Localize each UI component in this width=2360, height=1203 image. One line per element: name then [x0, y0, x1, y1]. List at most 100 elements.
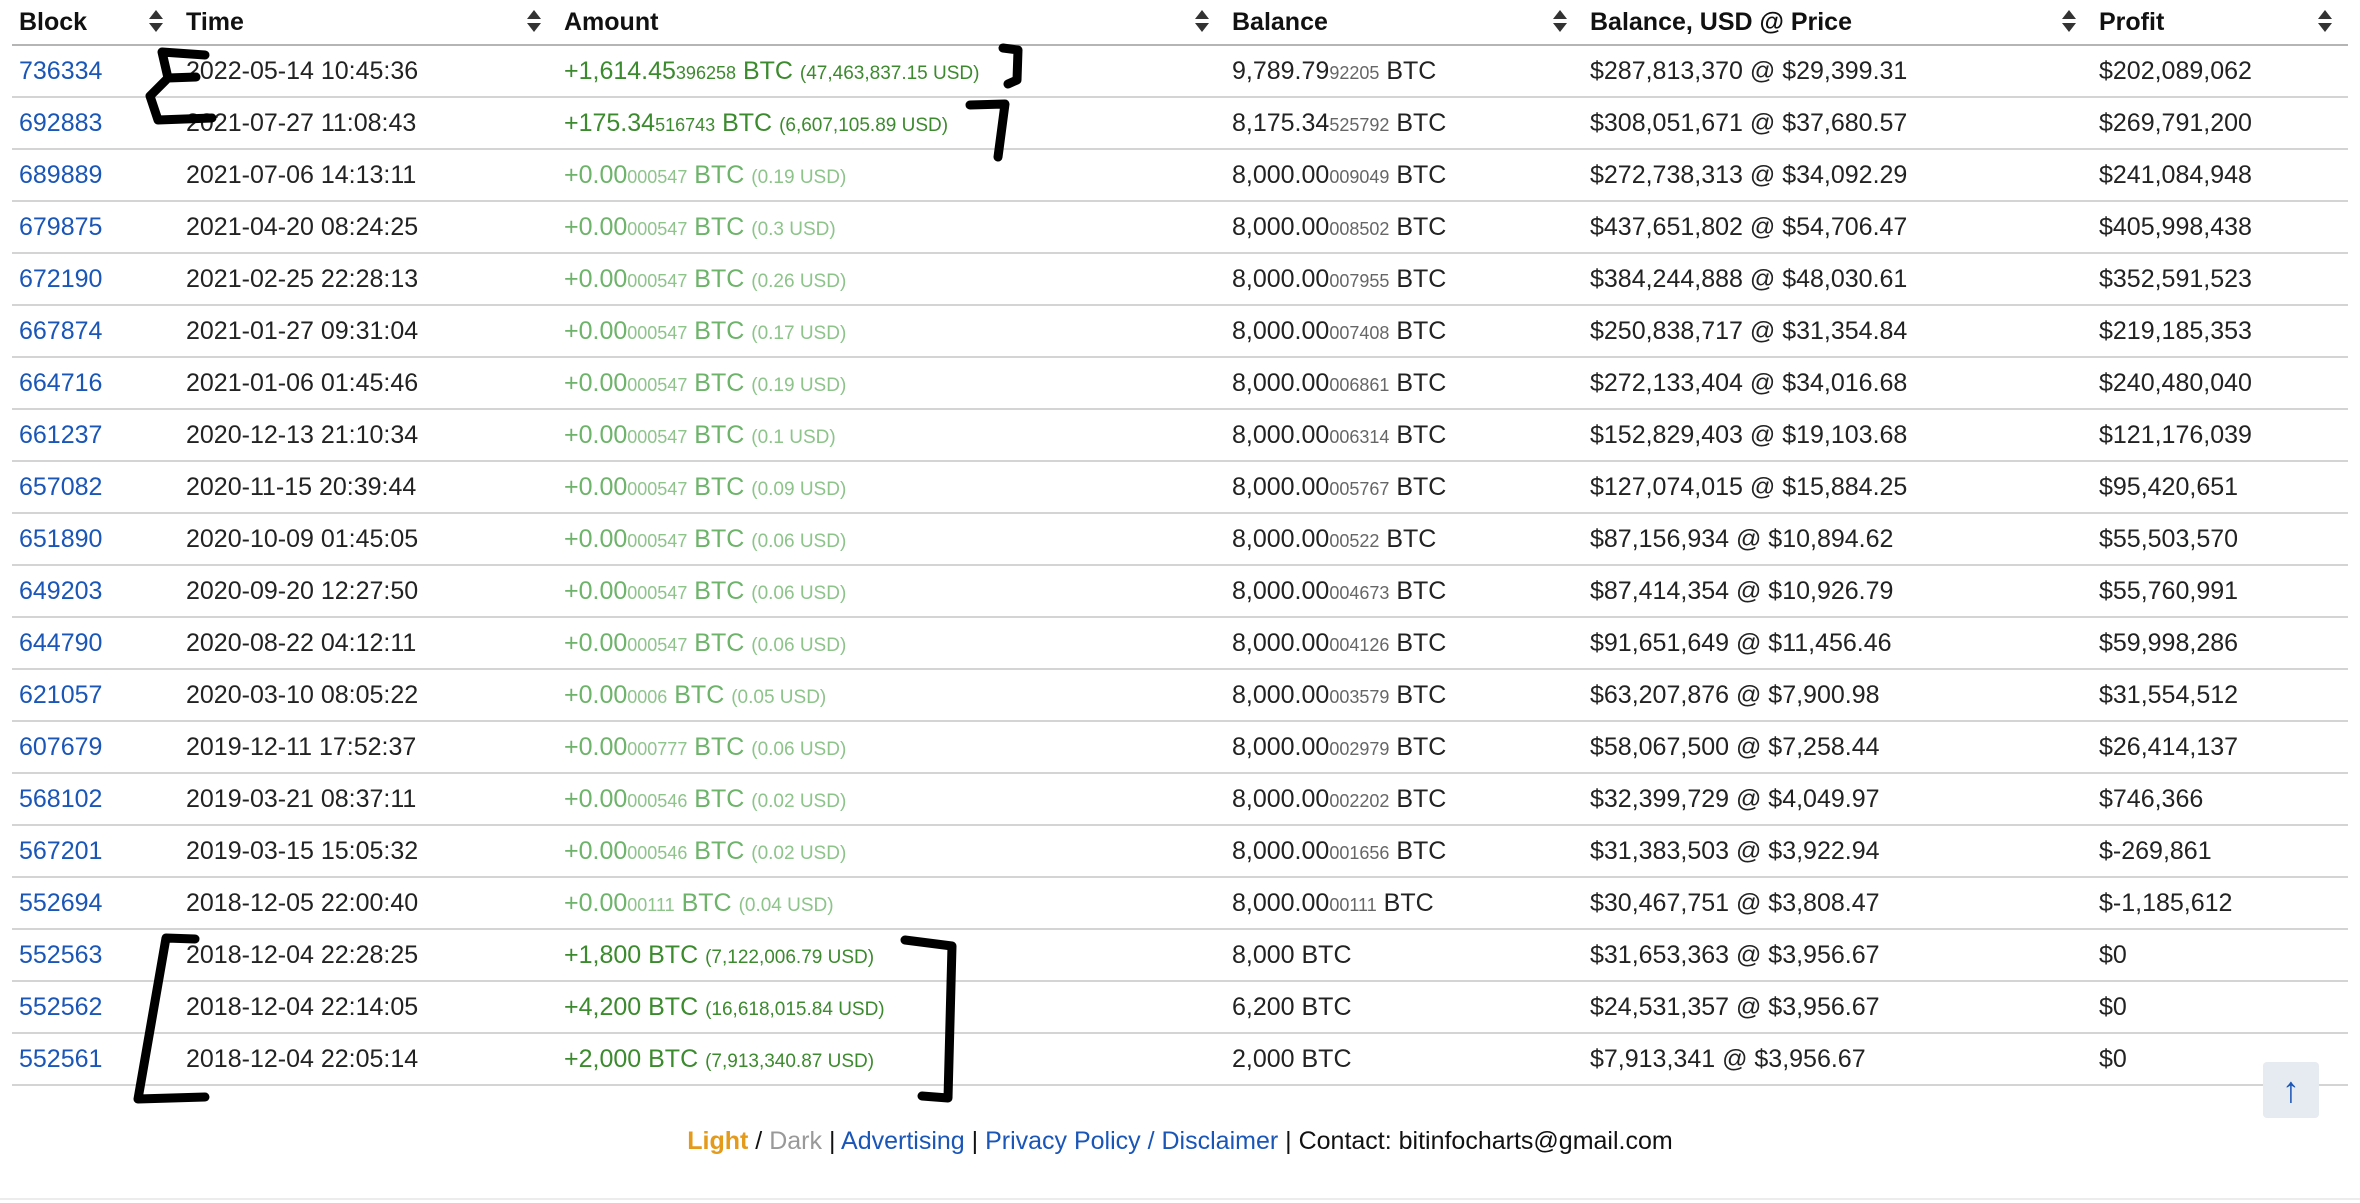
sort-icon[interactable] — [1195, 10, 1209, 34]
amount-fraction: 396258 — [675, 62, 736, 83]
balance-usd-text: $87,156,934 @ $10,894.62 — [1590, 524, 1894, 553]
amount-unit: BTC — [641, 992, 706, 1021]
amount-fraction: 000547 — [627, 582, 688, 603]
amount-cell: +2,000 BTC (7,913,340.87 USD) — [557, 1033, 1225, 1086]
column-header-profit[interactable]: Profit — [2092, 0, 2348, 46]
balance-main: 8,000.00 — [1232, 212, 1330, 241]
amount-fraction: 000547 — [627, 634, 688, 655]
profit-text: $405,998,438 — [2099, 212, 2252, 241]
block-link[interactable]: 552562 — [19, 993, 102, 1021]
profit-text: $0 — [2099, 940, 2127, 969]
balance-cell: 8,000.00004126 BTC — [1225, 617, 1583, 670]
amount-main: +0.00 — [564, 628, 628, 657]
amount-cell: +0.00000547 BTC (0.19 USD) — [557, 149, 1225, 202]
sort-icon[interactable] — [2318, 10, 2332, 34]
balance-unit: BTC — [1294, 992, 1352, 1021]
time-cell: 2019-03-21 08:37:11 — [179, 773, 557, 826]
amount-main: +0.00 — [564, 160, 628, 189]
amount-cell: +0.00000547 BTC (0.06 USD) — [557, 617, 1225, 670]
column-header-balance[interactable]: Balance — [1225, 0, 1583, 46]
amount-main: +0.00 — [564, 524, 628, 553]
amount-cell: +0.00000547 BTC (0.26 USD) — [557, 253, 1225, 306]
table-row: 664716 2021-01-06 01:45:46 +0.00000547 BTC… — [12, 357, 2348, 410]
balance-fraction: 001656 — [1329, 842, 1390, 863]
balance-cell: 8,000 BTC — [1225, 929, 1583, 982]
profit-cell: $269,791,200 — [2092, 97, 2348, 150]
profit-cell: $746,366 — [2092, 773, 2348, 826]
block-link[interactable]: 661237 — [19, 421, 102, 449]
block-link[interactable]: 568102 — [19, 785, 102, 813]
theme-light-link[interactable]: Light — [687, 1127, 748, 1155]
amount-unit: BTC — [687, 576, 752, 605]
time-cell: 2021-04-20 08:24:25 — [179, 201, 557, 254]
block-link[interactable]: 644790 — [19, 629, 102, 657]
amount-cell: +4,200 BTC (16,618,015.84 USD) — [557, 981, 1225, 1034]
balance-usd-text: $250,838,717 @ $31,354.84 — [1590, 316, 1908, 345]
block-cell: 651890 — [12, 513, 179, 566]
balance-cell: 8,000.00007955 BTC — [1225, 253, 1583, 306]
amount-usd: (0.02 USD) — [751, 842, 847, 864]
balance-usd-cell: $58,067,500 @ $7,258.44 — [1583, 721, 2092, 774]
amount-main: +0.00 — [564, 836, 628, 865]
block-link[interactable]: 552561 — [19, 1045, 102, 1073]
column-header-balance-usd[interactable]: Balance, USD @ Price — [1583, 0, 2092, 46]
balance-usd-text: $127,074,015 @ $15,884.25 — [1590, 472, 1908, 501]
balance-usd-text: $91,651,649 @ $11,456.46 — [1590, 628, 1892, 657]
balance-usd-text: $287,813,370 @ $29,399.31 — [1590, 56, 1908, 85]
sort-icon[interactable] — [1553, 10, 1567, 34]
block-link[interactable]: 667874 — [19, 317, 102, 345]
balance-usd-text: $384,244,888 @ $48,030.61 — [1590, 264, 1908, 293]
column-header-time[interactable]: Time — [179, 0, 557, 46]
balance-usd-text: $87,414,354 @ $10,926.79 — [1590, 576, 1894, 605]
profit-text: $219,185,353 — [2099, 316, 2252, 345]
block-cell: 552563 — [12, 929, 179, 982]
theme-dark-link[interactable]: Dark — [769, 1127, 822, 1155]
amount-cell: +0.00000547 BTC (0.06 USD) — [557, 513, 1225, 566]
column-header-amount[interactable]: Amount — [557, 0, 1225, 46]
block-link[interactable]: 651890 — [19, 525, 102, 553]
block-link[interactable]: 567201 — [19, 837, 102, 865]
sort-icon[interactable] — [149, 10, 163, 34]
profit-text: $59,998,286 — [2099, 628, 2239, 657]
balance-usd-text: $24,531,357 @ $3,956.67 — [1590, 992, 1880, 1021]
privacy-policy-link[interactable]: Privacy Policy / Disclaimer — [985, 1127, 1278, 1155]
balance-main: 8,000.00 — [1232, 680, 1330, 709]
balance-usd-cell: $437,651,802 @ $54,706.47 — [1583, 201, 2092, 254]
block-link[interactable]: 607679 — [19, 733, 102, 761]
balance-usd-cell: $384,244,888 @ $48,030.61 — [1583, 253, 2092, 306]
balance-main: 8,000.00 — [1232, 160, 1330, 189]
block-cell: 667874 — [12, 305, 179, 358]
block-link[interactable]: 552694 — [19, 889, 102, 917]
time-text: 2020-08-22 04:12:11 — [186, 628, 417, 657]
profit-cell: $219,185,353 — [2092, 305, 2348, 358]
block-link[interactable]: 649203 — [19, 577, 102, 605]
amount-usd: (0.02 USD) — [751, 790, 847, 812]
balance-fraction: 006861 — [1329, 374, 1390, 395]
balance-fraction: 009049 — [1329, 166, 1390, 187]
sort-icon[interactable] — [527, 10, 541, 34]
profit-cell: $240,480,040 — [2092, 357, 2348, 410]
time-text: 2018-12-04 22:28:25 — [186, 940, 419, 969]
amount-usd: (16,618,015.84 USD) — [705, 998, 885, 1020]
column-header-block[interactable]: Block — [12, 0, 179, 46]
block-link[interactable]: 621057 — [19, 681, 102, 709]
balance-fraction: 006314 — [1329, 426, 1390, 447]
amount-main: +1,614.45 — [564, 56, 676, 85]
table-body: 736334 2022-05-14 10:45:36 +1,614.45396258… — [12, 45, 2348, 1086]
block-link[interactable]: 679875 — [19, 213, 102, 241]
advertising-link[interactable]: Advertising — [841, 1127, 965, 1155]
block-link[interactable]: 736334 — [19, 57, 102, 85]
balance-usd-cell: $308,051,671 @ $37,680.57 — [1583, 97, 2092, 150]
table-row: 667874 2021-01-27 09:31:04 +0.00000547 BTC… — [12, 305, 2348, 358]
block-link[interactable]: 692883 — [19, 109, 102, 137]
sort-icon[interactable] — [2062, 10, 2076, 34]
profit-text: $55,760,991 — [2099, 576, 2239, 605]
amount-cell: +0.00000547 BTC (0.09 USD) — [557, 461, 1225, 514]
block-link[interactable]: 552563 — [19, 941, 102, 969]
block-link[interactable]: 672190 — [19, 265, 102, 293]
block-link[interactable]: 657082 — [19, 473, 102, 501]
scroll-to-top-button[interactable]: ↑ — [2263, 1062, 2319, 1118]
block-link[interactable]: 689889 — [19, 161, 102, 189]
block-link[interactable]: 664716 — [19, 369, 102, 397]
column-header-label: Balance — [1232, 7, 1328, 36]
